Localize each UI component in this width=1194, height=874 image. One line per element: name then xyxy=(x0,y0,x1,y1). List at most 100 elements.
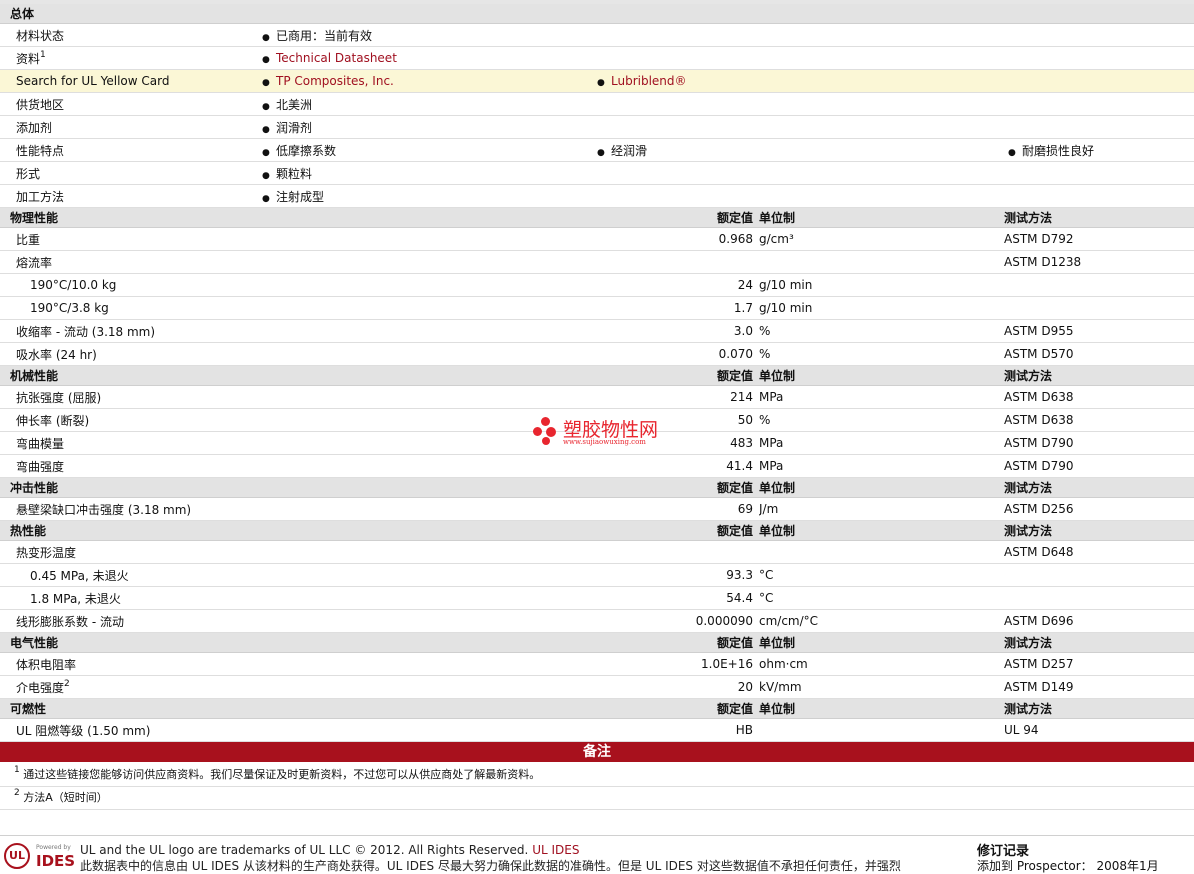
property-name: 悬壁梁缺口冲击强度 (3.18 mm) xyxy=(0,497,593,521)
bullet-item: 北美洲 xyxy=(258,98,312,112)
property-value: 0.070 xyxy=(593,342,759,366)
property-name: 体积电阻率 xyxy=(0,652,593,676)
section-title: 物理性能 xyxy=(0,207,593,228)
bullet-item: 润滑剂 xyxy=(258,121,312,135)
property-name-text: 线形膨胀系数 - 流动 xyxy=(16,614,124,629)
property-unit: kV/mm xyxy=(759,675,1004,699)
datasheet-link[interactable]: Lubriblend® xyxy=(611,74,687,88)
bullet-item: 经润滑 xyxy=(593,144,647,158)
property-row: 悬壁梁缺口冲击强度 (3.18 mm) 69 J/m ASTM D256 xyxy=(0,497,1194,521)
test-method: ASTM D570 xyxy=(1004,342,1194,366)
property-name: 比重 xyxy=(0,227,593,251)
property-row: 抗张强度 (屈服) 214 MPa ASTM D638 xyxy=(0,385,1194,409)
column-header-value: 额定值 xyxy=(593,698,759,719)
test-method xyxy=(1004,563,1194,587)
footnote-ref: 2 xyxy=(64,678,70,689)
section-header: 冲击性能 额定值 单位制 测试方法 xyxy=(0,477,1194,498)
property-name: 资料1 xyxy=(0,46,258,70)
test-method: ASTM D638 xyxy=(1004,385,1194,409)
column-header-method: 测试方法 xyxy=(1004,632,1194,653)
property-value-cell: 已商用：当前有效 xyxy=(258,23,1194,47)
property-unit: MPa xyxy=(759,431,1004,455)
property-name: 熔流率 xyxy=(0,250,593,274)
test-method: ASTM D790 xyxy=(1004,454,1194,478)
section-title: 可燃性 xyxy=(0,698,593,719)
column-header-value: 额定值 xyxy=(593,520,759,541)
note-item: 2 方法A（短时间） xyxy=(0,787,1194,810)
column-header-value: 额定值 xyxy=(593,632,759,653)
property-row: 190°C/10.0 kg 24 g/10 min xyxy=(0,273,1194,297)
ul-ides-logo[interactable]: UL Powered by IDES xyxy=(4,843,76,870)
column-header-value: 额定值 xyxy=(593,477,759,498)
property-value: HB xyxy=(593,718,759,742)
column-header-method: 测试方法 xyxy=(1004,477,1194,498)
note-text: 方法A（短时间） xyxy=(23,791,108,804)
property-name: 材料状态 xyxy=(0,23,258,47)
general-row: 形式 颗粒料 xyxy=(0,161,1194,185)
property-value xyxy=(593,540,759,564)
datasheet-link[interactable]: TP Composites, Inc. xyxy=(276,74,394,88)
property-name: 弯曲强度 xyxy=(0,454,593,478)
general-row: 性能特点 低摩擦系数 经润滑 耐磨损性良好 xyxy=(0,138,1194,162)
property-value-cell: TP Composites, Inc. xyxy=(258,69,593,93)
watermark-dot xyxy=(542,437,550,445)
property-unit: °C xyxy=(759,586,1004,610)
property-name: 介电强度2 xyxy=(0,675,593,699)
bullet-item: 已商用：当前有效 xyxy=(258,29,372,43)
property-value: 颗粒料 xyxy=(276,166,313,181)
property-value-cell: 低摩擦系数 xyxy=(258,138,593,162)
column-header-value: 额定值 xyxy=(593,207,759,228)
general-row: 资料1 Technical Datasheet xyxy=(0,46,1194,70)
general-row: 添加剂 润滑剂 xyxy=(0,115,1194,139)
property-name-text: 190°C/10.0 kg xyxy=(30,278,117,292)
column-header-method: 测试方法 xyxy=(1004,207,1194,228)
general-row: 材料状态 已商用：当前有效 xyxy=(0,23,1194,47)
test-method: UL 94 xyxy=(1004,718,1194,742)
watermark-dot xyxy=(546,427,556,437)
property-name: 性能特点 xyxy=(0,138,258,162)
ul-ides-link[interactable]: UL IDES xyxy=(532,843,579,857)
ides-wordmark: IDES xyxy=(36,852,76,870)
ul-logo-icon: UL xyxy=(4,843,30,869)
watermark-logo: 塑胶物性网 www.sujiaowuxing.com xyxy=(533,415,673,455)
section-title: 机械性能 xyxy=(0,365,593,386)
note-item: 1 通过这些链接您能够访问供应商资料。我们尽量保证及时更新资料，不过您可以从供应… xyxy=(0,764,1194,787)
column-header-unit: 单位制 xyxy=(759,632,1004,653)
test-method: ASTM D792 xyxy=(1004,227,1194,251)
property-name-text: 加工方法 xyxy=(16,189,65,204)
column-header-unit: 单位制 xyxy=(759,207,1004,228)
property-row: 热变形温度 ASTM D648 xyxy=(0,540,1194,564)
property-name-text: 材料状态 xyxy=(16,28,65,43)
property-row: 0.45 MPa, 未退火 93.3 °C xyxy=(0,563,1194,587)
property-name: 1.8 MPa, 未退火 xyxy=(0,586,593,610)
section-header-general: 总体 xyxy=(0,4,1194,24)
property-unit: °C xyxy=(759,563,1004,587)
property-value: 41.4 xyxy=(593,454,759,478)
property-unit: J/m xyxy=(759,497,1004,521)
property-name-text: 弯曲模量 xyxy=(16,436,65,451)
property-name-text: 190°C/3.8 kg xyxy=(30,301,109,315)
general-row: Search for UL Yellow Card TP Composites, … xyxy=(0,69,1194,93)
property-name: 0.45 MPa, 未退火 xyxy=(0,563,593,587)
watermark-dot xyxy=(533,427,542,436)
property-name: 加工方法 xyxy=(0,184,258,208)
note-text: 通过这些链接您能够访问供应商资料。我们尽量保证及时更新资料，不过您可以从供应商处… xyxy=(23,768,541,781)
property-name-text: 性能特点 xyxy=(16,143,65,158)
datasheet-link[interactable]: Technical Datasheet xyxy=(276,51,397,65)
property-value: 已商用：当前有效 xyxy=(276,28,373,43)
bullet-item: TP Composites, Inc. xyxy=(258,74,394,88)
property-name-text: 1.8 MPa, 未退火 xyxy=(30,591,121,606)
bullet-item: 颗粒料 xyxy=(258,167,312,181)
bullet-item: Lubriblend® xyxy=(593,74,687,88)
property-row: 熔流率 ASTM D1238 xyxy=(0,250,1194,274)
column-header-method: 测试方法 xyxy=(1004,365,1194,386)
property-name-text: 体积电阻率 xyxy=(16,657,77,672)
test-method xyxy=(1004,273,1194,297)
property-name: 吸水率 (24 hr) xyxy=(0,342,593,366)
test-method: ASTM D1238 xyxy=(1004,250,1194,274)
section-title: 冲击性能 xyxy=(0,477,593,498)
property-unit: g/cm³ xyxy=(759,227,1004,251)
bullet-item: Technical Datasheet xyxy=(258,51,397,65)
property-unit xyxy=(759,718,1004,742)
property-value-cell: Lubriblend® xyxy=(593,69,1194,93)
